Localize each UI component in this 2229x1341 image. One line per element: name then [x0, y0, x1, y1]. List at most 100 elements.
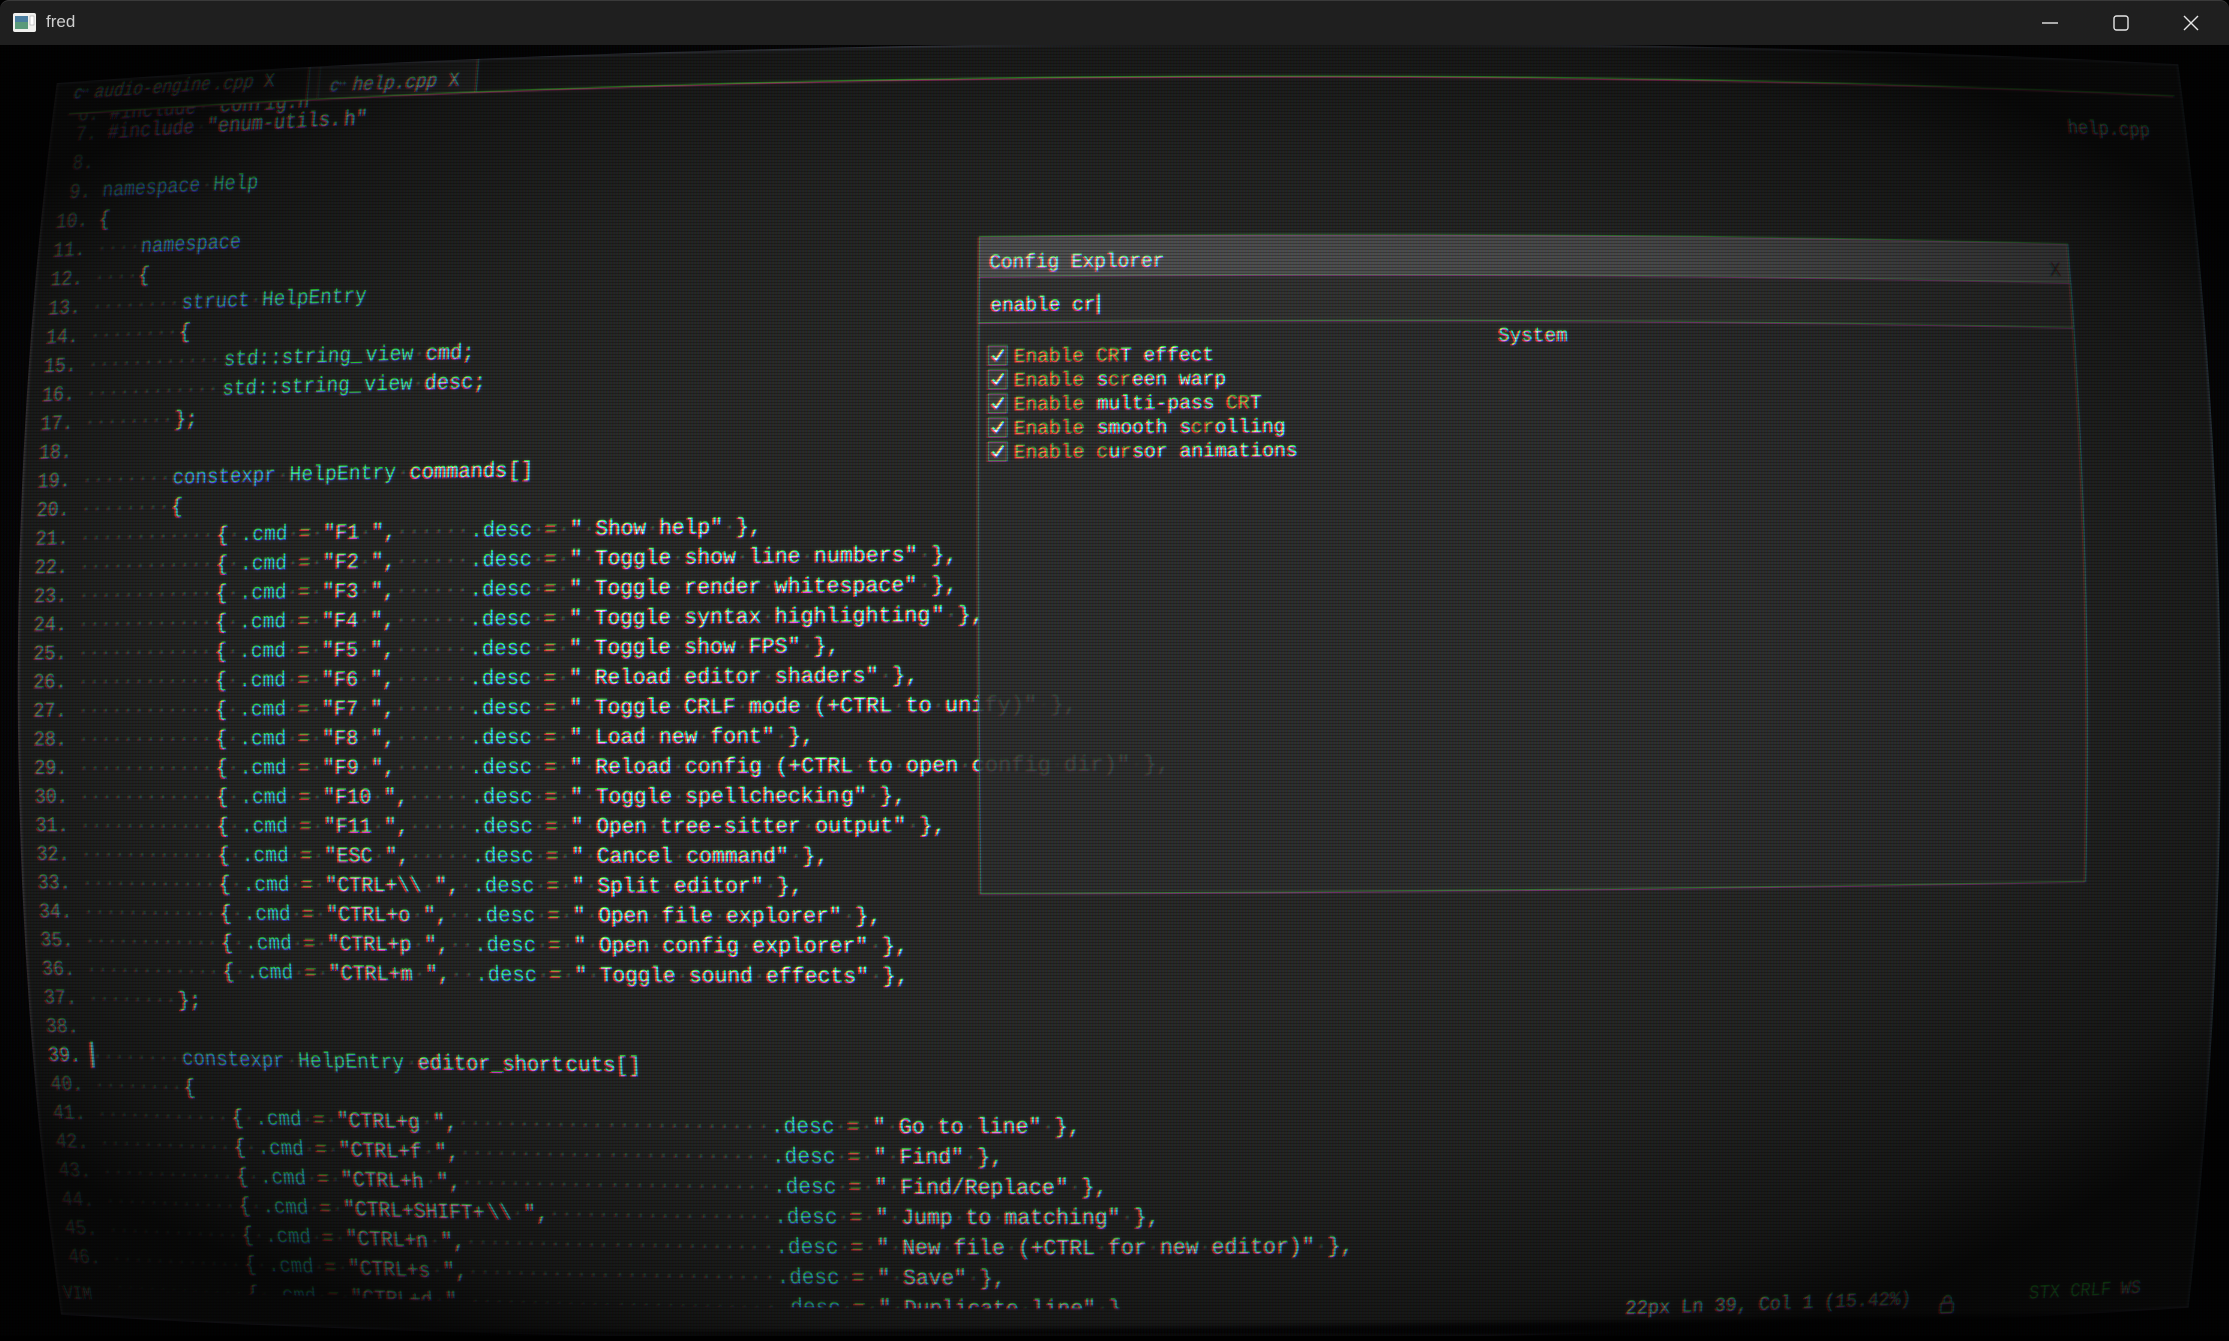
svg-text:·: · [736, 545, 749, 570]
svg-text:=: = [545, 786, 558, 810]
svg-text:.cmd: .cmd [238, 640, 285, 664]
svg-text:(+CTRL: (+CTRL [1017, 1236, 1095, 1261]
svg-text:constexpr: constexpr [181, 1048, 285, 1075]
svg-text:·: · [861, 1175, 875, 1200]
svg-text:u: u [1108, 441, 1120, 463]
svg-text:shaders": shaders" [775, 664, 879, 690]
svg-text:Open: Open [596, 815, 647, 839]
svg-text:Find": Find" [899, 1145, 964, 1171]
svg-text:············: ············ [78, 756, 212, 780]
svg-text:"ESC: "ESC [324, 845, 373, 869]
svg-text:·: · [800, 544, 813, 569]
svg-text:·: · [867, 784, 880, 809]
svg-text:effect: effect [1143, 344, 1214, 367]
svg-text:view: view [364, 343, 414, 368]
svg-text:·: · [649, 905, 662, 929]
svg-text:·: · [584, 875, 597, 899]
svg-text:",: ", [370, 728, 395, 752]
svg-text:=: = [544, 667, 557, 692]
svg-text:=: = [547, 904, 560, 929]
svg-text:.desc: .desc [469, 548, 531, 573]
svg-text:syntax: syntax [684, 605, 761, 631]
svg-text:·: · [310, 699, 322, 723]
svg-text:32.: 32. [36, 843, 70, 867]
svg-text:·: · [918, 543, 931, 568]
svg-text:40.: 40. [49, 1072, 83, 1097]
svg-text:·: · [230, 874, 243, 898]
svg-text:·: · [918, 573, 931, 598]
svg-text:·: · [963, 1115, 976, 1140]
svg-text:": " [569, 726, 582, 750]
svg-text:·: · [582, 518, 595, 543]
svg-text:·: · [584, 845, 597, 869]
svg-text:{: { [215, 641, 227, 665]
svg-text:": " [569, 577, 582, 602]
svg-text:22.: 22. [34, 556, 67, 580]
svg-text:·: · [801, 694, 814, 719]
svg-text:": " [572, 905, 585, 929]
svg-text:·: · [536, 964, 549, 989]
svg-text:"F5: "F5 [322, 640, 358, 664]
svg-text:·: · [314, 904, 327, 928]
svg-text:multi-pass: multi-pass [1096, 392, 1214, 415]
svg-text:=: = [544, 607, 557, 632]
svg-text:"F6: "F6 [322, 669, 358, 693]
svg-text:·: · [358, 640, 370, 664]
svg-text:·: · [405, 1052, 418, 1076]
svg-text:.desc: .desc [469, 518, 531, 544]
svg-text:",: ", [432, 1112, 458, 1136]
svg-text:\\: \\ [486, 1201, 512, 1226]
svg-text:config: config [685, 754, 762, 780]
svg-text:Col: Col [1758, 1292, 1792, 1316]
svg-text:"CTRL+s: "CTRL+s [347, 1257, 431, 1284]
svg-text:"F7: "F7 [322, 698, 358, 722]
svg-text:·: · [890, 1266, 904, 1292]
svg-text:=: = [304, 962, 317, 986]
svg-text:line: line [749, 544, 801, 570]
svg-text:·: · [864, 1266, 878, 1292]
svg-text:++: ++ [80, 88, 89, 97]
svg-text:·: · [672, 756, 685, 780]
svg-text:Toggle: Toggle [594, 606, 670, 631]
svg-text:.cmd: .cmd [243, 903, 291, 927]
svg-text:24.: 24. [33, 613, 66, 637]
svg-text:Find/Replace: Find/Replace [900, 1175, 1055, 1201]
svg-text:.desc: .desc [775, 1266, 839, 1291]
svg-text:17.: 17. [40, 412, 74, 437]
svg-text:·: · [557, 786, 570, 810]
svg-text:····: ···· [95, 234, 141, 261]
svg-text:·: · [802, 814, 815, 839]
svg-text:.cmd: .cmd [239, 552, 286, 577]
svg-text:g": g" [840, 784, 866, 809]
svg-text:·: · [944, 603, 957, 628]
svg-text:open: open [906, 753, 959, 778]
svg-text:",: ", [425, 963, 450, 988]
svg-text:": " [873, 1145, 887, 1170]
svg-text:Enable: Enable [1014, 369, 1084, 392]
svg-text:;: ; [473, 370, 486, 395]
svg-text:.desc: .desc [469, 578, 531, 603]
svg-text:········: ········ [89, 320, 179, 348]
svg-text:·: · [557, 726, 570, 750]
svg-text:std::string_: std::string_ [223, 344, 364, 373]
svg-text:············: ············ [82, 900, 217, 926]
svg-text:editor)": editor)" [1211, 1235, 1314, 1261]
svg-text:=: = [850, 1235, 864, 1261]
svg-text:.cmd: .cmd [263, 1225, 311, 1251]
svg-text:},: }, [1081, 1175, 1107, 1200]
svg-text:Open: Open [598, 934, 649, 959]
svg-text:1: 1 [1802, 1291, 1814, 1314]
svg-text:.cmd: .cmd [238, 699, 285, 723]
svg-text:22px: 22px [1625, 1296, 1671, 1320]
svg-text:44.: 44. [60, 1187, 95, 1212]
svg-text:Reload: Reload [595, 756, 672, 781]
svg-text:{: { [215, 728, 227, 752]
svg-text:=: = [302, 904, 315, 928]
svg-text:·: · [646, 726, 659, 750]
svg-text:·: · [649, 935, 662, 959]
svg-text:new: new [659, 726, 698, 750]
svg-text:",: ", [371, 521, 396, 545]
svg-text:············: ············ [606, 1144, 757, 1171]
svg-text:·: · [761, 605, 774, 630]
svg-text:cr: cr [1191, 416, 1215, 438]
